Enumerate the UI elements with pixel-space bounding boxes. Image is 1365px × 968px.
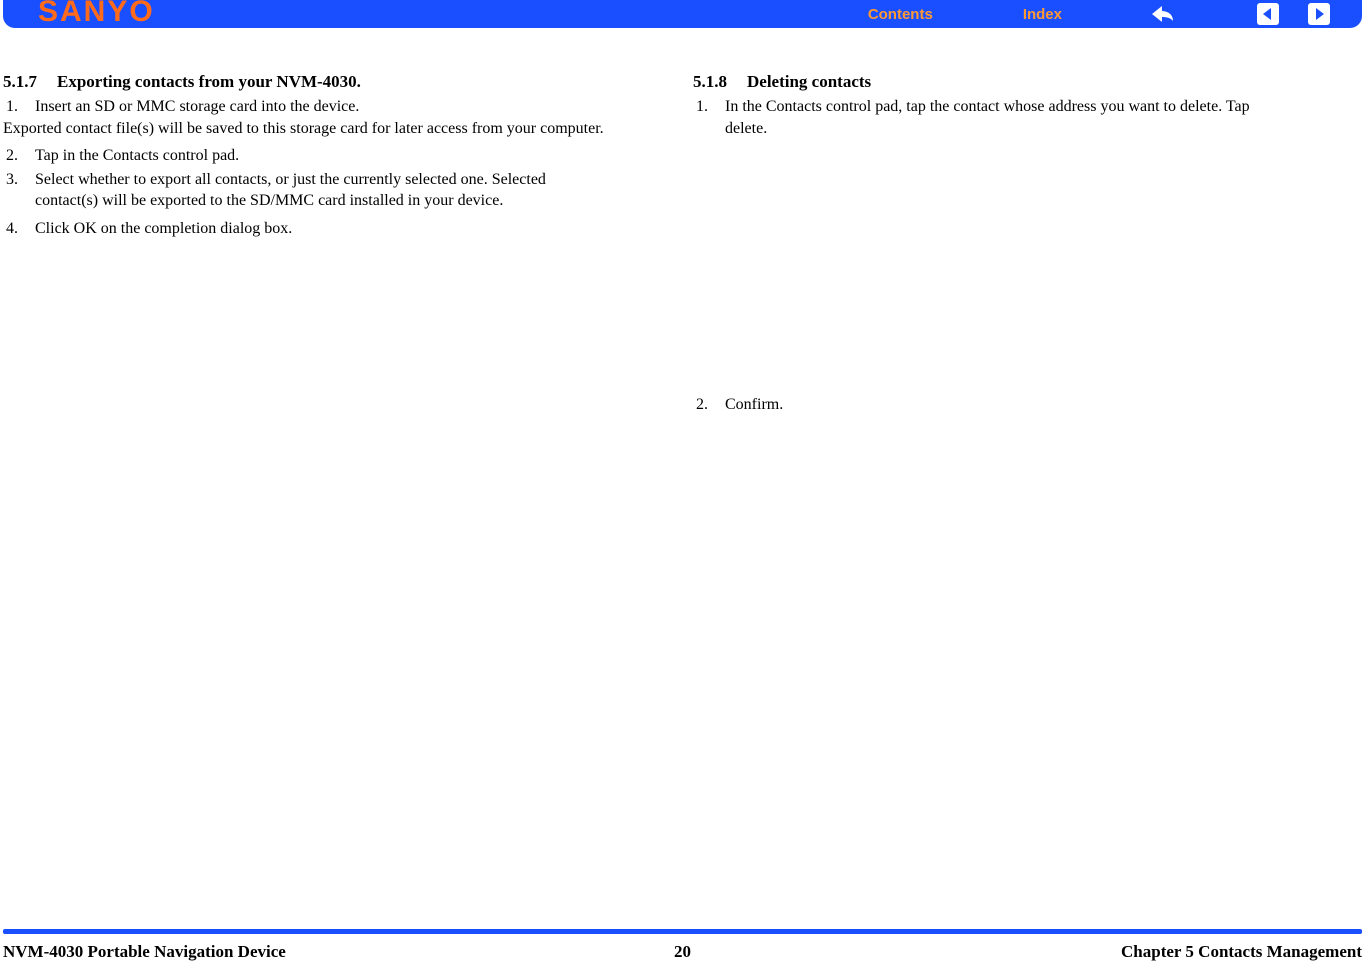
section-title: Deleting contacts: [747, 72, 871, 91]
left-column: 5.1.7 Exporting contacts from your NVM-40…: [3, 72, 693, 416]
step-text: Select whether to export all contacts, o…: [35, 169, 595, 212]
list-item: 2. Confirm.: [693, 394, 1362, 416]
list-item: 3. Select whether to export all contacts…: [3, 169, 673, 212]
section-number: 5.1.8: [693, 72, 727, 92]
header-nav: Contents Index: [868, 0, 1062, 28]
page-content: 5.1.7 Exporting contacts from your NVM-40…: [3, 72, 1362, 416]
footer-chapter-title: Chapter 5 Contacts Management: [1121, 942, 1362, 962]
step-number: 2.: [3, 145, 35, 167]
nav-index-link[interactable]: Index: [1023, 6, 1062, 23]
previous-page-icon[interactable]: [1255, 2, 1281, 26]
export-note: Exported contact file(s) will be saved t…: [3, 118, 623, 140]
list-item: 1. In the Contacts control pad, tap the …: [693, 96, 1362, 139]
step-number: 1.: [693, 96, 725, 139]
step-text: Confirm.: [725, 394, 1362, 416]
section-title: Exporting contacts from your NVM-4030.: [57, 72, 361, 91]
header-icons: [1149, 0, 1332, 28]
brand-logo: SANYO: [38, 0, 155, 29]
step-text: In the Contacts control pad, tap the con…: [725, 96, 1295, 139]
section-heading-5-1-8: 5.1.8 Deleting contacts: [693, 72, 1362, 92]
footer: NVM-4030 Portable Navigation Device 20 C…: [3, 940, 1362, 964]
footer-page-number: 20: [674, 942, 691, 962]
footer-divider: [3, 929, 1362, 934]
list-item: 4. Click OK on the completion dialog box…: [3, 218, 673, 240]
section-number: 5.1.7: [3, 72, 37, 92]
step-number: 1.: [3, 96, 35, 118]
section-heading-5-1-7: 5.1.7 Exporting contacts from your NVM-40…: [3, 72, 673, 92]
step-text: Tap in the Contacts control pad.: [35, 145, 673, 167]
step-text: Insert an SD or MMC storage card into th…: [35, 96, 673, 118]
footer-device-name: NVM-4030 Portable Navigation Device: [3, 942, 286, 962]
step-text: Click OK on the completion dialog box.: [35, 218, 673, 240]
step-number: 4.: [3, 218, 35, 240]
right-column: 5.1.8 Deleting contacts 1. In the Contact…: [693, 72, 1362, 416]
step-number: 2.: [693, 394, 725, 416]
step-number: 3.: [3, 169, 35, 212]
nav-contents-link[interactable]: Contents: [868, 6, 933, 23]
header-bar: SANYO Contents Index: [3, 0, 1362, 28]
list-item: 2. Tap in the Contacts control pad.: [3, 145, 673, 167]
back-icon[interactable]: [1149, 2, 1175, 26]
list-item: 1. Insert an SD or MMC storage card into…: [3, 96, 673, 118]
next-page-icon[interactable]: [1306, 2, 1332, 26]
